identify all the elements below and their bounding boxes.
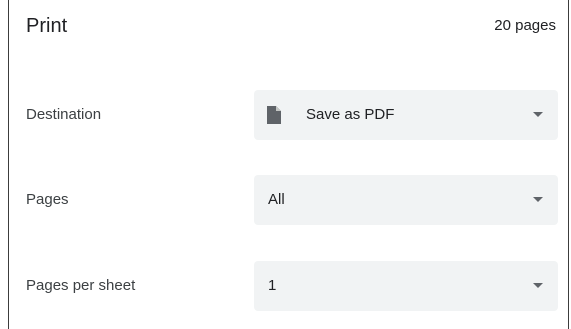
- chevron-down-icon: [533, 197, 543, 202]
- pages-per-sheet-row: Pages per sheet 1: [9, 261, 568, 311]
- page-title: Print: [26, 15, 68, 37]
- page-count: 20 pages: [494, 17, 556, 34]
- pages-row: Pages All: [9, 175, 568, 225]
- pages-per-sheet-value: 1: [268, 277, 277, 294]
- print-settings-panel: Print 20 pages Destination Save as PDF P…: [8, 0, 569, 329]
- pages-per-sheet-label: Pages per sheet: [26, 277, 136, 294]
- destination-label: Destination: [26, 106, 102, 123]
- destination-row: Destination Save as PDF: [9, 90, 568, 140]
- print-header: Print 20 pages: [9, 0, 568, 56]
- chevron-down-icon: [533, 112, 543, 117]
- pages-label: Pages: [26, 191, 69, 208]
- pages-per-sheet-select[interactable]: 1: [254, 261, 558, 311]
- chevron-down-icon: [533, 283, 543, 288]
- document-icon: [267, 106, 281, 124]
- pages-select[interactable]: All: [254, 175, 558, 225]
- destination-value: Save as PDF: [306, 106, 395, 123]
- pages-value: All: [268, 191, 285, 208]
- destination-select[interactable]: Save as PDF: [254, 90, 558, 140]
